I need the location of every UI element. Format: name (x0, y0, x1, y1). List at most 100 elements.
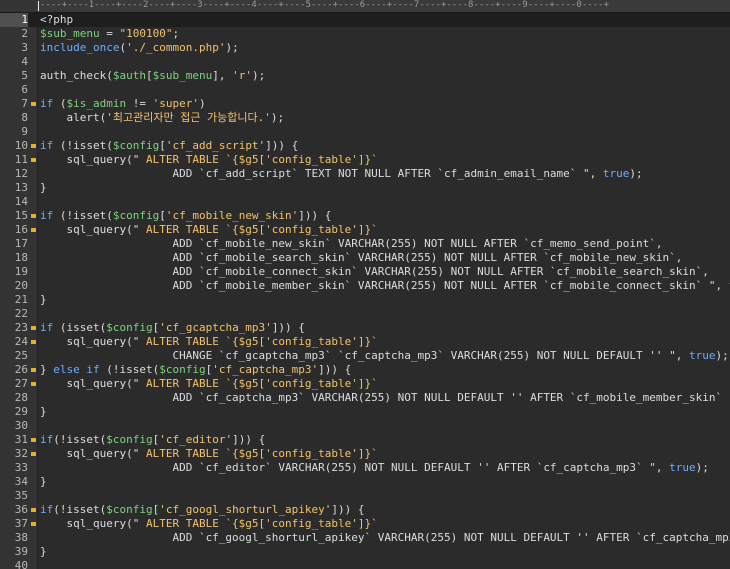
code-token: } (40, 405, 47, 418)
code-token: if (40, 321, 54, 334)
code-line[interactable]: 30 (0, 419, 730, 433)
fold-marker-icon[interactable] (31, 158, 36, 162)
code-line[interactable]: 40 (0, 559, 730, 569)
code-line[interactable]: 12 ADD `cf_add_script` TEXT NOT NULL AFT… (0, 167, 730, 181)
code-line[interactable]: 11 sql_query(" ALTER TABLE `{$g5['config… (0, 153, 730, 167)
code-token: ])) { (271, 321, 305, 334)
code-line[interactable]: 9 (0, 125, 730, 139)
code-line[interactable]: 39} (0, 545, 730, 559)
code-token: $config (106, 321, 153, 334)
code-token: include_once (40, 41, 120, 54)
code-line[interactable]: 19 ADD `cf_mobile_connect_skin` VARCHAR(… (0, 265, 730, 279)
code-token: ALTER TABLE `{$g5['config_table']}` (145, 223, 378, 236)
code-line[interactable]: 34} (0, 475, 730, 489)
code-line[interactable]: 14 (0, 195, 730, 209)
code-token: ADD `cf_mobile_new_skin` VARCHAR(255) NO… (40, 237, 663, 250)
code-line[interactable]: 5 auth_check($auth[$sub_menu], 'r'); (0, 69, 730, 83)
code-line[interactable]: 29} (0, 405, 730, 419)
code-line[interactable]: 21} (0, 293, 730, 307)
code-text: ADD `cf_mobile_member_skin` VARCHAR(255)… (40, 279, 730, 293)
code-token: 'cf_add_script' (165, 139, 266, 152)
code-line[interactable]: 25 CHANGE `cf_gcaptcha_mp3` `cf_captcha_… (0, 349, 730, 363)
fold-marker-icon[interactable] (31, 214, 36, 218)
code-token: ALTER TABLE `{$g5['config_table']}` (145, 447, 378, 460)
code-line[interactable]: 28 ADD `cf_captcha_mp3` VARCHAR(255) NOT… (0, 391, 730, 405)
code-token: [ (159, 209, 166, 222)
code-token: (isset( (53, 321, 107, 334)
code-token: sql_query(" (40, 335, 146, 348)
code-line[interactable]: 31 if(!isset($config['cf_editor'])) { (0, 433, 730, 447)
fold-marker-icon[interactable] (31, 144, 36, 148)
fold-marker-icon[interactable] (31, 340, 36, 344)
code-line[interactable]: 7 if ($is_admin != 'super') (0, 97, 730, 111)
line-number: 19 (14, 265, 28, 278)
code-line[interactable]: 26} else if (!isset($config['cf_captcha_… (0, 363, 730, 377)
code-text: sql_query(" ALTER TABLE `{$g5['config_ta… (40, 447, 378, 461)
fold-marker-icon[interactable] (31, 438, 36, 442)
code-line[interactable]: 16 sql_query(" ALTER TABLE `{$g5['config… (0, 223, 730, 237)
code-line[interactable]: 1 <?php (0, 13, 730, 27)
code-token: ALTER TABLE `{$g5['config_table']}` (145, 377, 378, 390)
line-number: 4 (21, 55, 28, 68)
code-text: if ($is_admin != 'super') (40, 97, 206, 111)
code-token: 'cf_editor' (159, 433, 233, 446)
code-line[interactable]: 8 alert('최고관리자만 접근 가능합니다.'); (0, 111, 730, 125)
code-line[interactable]: 20 ADD `cf_mobile_member_skin` VARCHAR(2… (0, 279, 730, 293)
code-line[interactable]: 32 sql_query(" ALTER TABLE `{$g5['config… (0, 447, 730, 461)
code-line[interactable]: 33 ADD `cf_editor` VARCHAR(255) NOT NULL… (0, 461, 730, 475)
code-text: ADD `cf_mobile_search_skin` VARCHAR(255)… (40, 251, 682, 265)
line-number: 12 (14, 167, 28, 180)
code-token: true (669, 461, 696, 474)
line-number: 33 (14, 461, 28, 474)
line-number: 11 (14, 153, 28, 166)
code-line[interactable]: 13} (0, 181, 730, 195)
code-line[interactable]: 10 if (!isset($config['cf_add_script'])) … (0, 139, 730, 153)
code-line[interactable]: 23 if (isset($config['cf_gcaptcha_mp3']))… (0, 321, 730, 335)
code-token: ); (270, 111, 285, 124)
code-text: } (40, 293, 47, 307)
code-token: ADD `cf_mobile_connect_skin` VARCHAR(255… (40, 265, 709, 278)
code-text: sql_query(" ALTER TABLE `{$g5['config_ta… (40, 153, 378, 167)
code-token: ALTER TABLE `{$g5['config_table']}` (145, 153, 378, 166)
code-token: ADD `cf_captcha_mp3` VARCHAR(255) NOT NU… (40, 391, 730, 404)
code-token: ], (212, 69, 233, 82)
fold-marker-icon[interactable] (31, 102, 36, 106)
code-line[interactable]: 35 (0, 489, 730, 503)
code-token: sql_query(" (40, 447, 146, 460)
code-token: [ (159, 139, 166, 152)
line-number: 13 (14, 181, 28, 194)
code-editor[interactable]: ----+----1----+----2----+----3----+----4… (0, 0, 730, 569)
ruler-gutter (0, 0, 37, 12)
code-line[interactable]: 37 sql_query(" ALTER TABLE `{$g5['config… (0, 517, 730, 531)
fold-marker-icon[interactable] (31, 326, 36, 330)
code-line[interactable]: 22 (0, 307, 730, 321)
code-line[interactable]: 2 $sub_menu = "100100"; (0, 27, 730, 41)
code-token: sql_query(" (40, 377, 146, 390)
code-token: else if (53, 363, 100, 376)
code-line[interactable]: 24 sql_query(" ALTER TABLE `{$g5['config… (0, 335, 730, 349)
code-line[interactable]: 18 ADD `cf_mobile_search_skin` VARCHAR(2… (0, 251, 730, 265)
code-token: $config (112, 209, 160, 222)
code-text: if(!isset($config['cf_googl_shorturl_api… (40, 503, 365, 517)
code-line[interactable]: 15 if (!isset($config['cf_mobile_new_skin… (0, 209, 730, 223)
fold-marker-icon[interactable] (31, 508, 36, 512)
code-line[interactable]: 6 (0, 83, 730, 97)
fold-marker-icon[interactable] (31, 368, 36, 372)
code-line[interactable]: 27 sql_query(" ALTER TABLE `{$g5['config… (0, 377, 730, 391)
code-line[interactable]: 17 ADD `cf_mobile_new_skin` VARCHAR(255)… (0, 237, 730, 251)
code-line[interactable]: 36 if(!isset($config['cf_googl_shorturl_a… (0, 503, 730, 517)
code-text: sql_query(" ALTER TABLE `{$g5['config_ta… (40, 223, 378, 237)
fold-marker-icon[interactable] (31, 228, 36, 232)
code-line[interactable]: 3 include_once('./_common.php'); (0, 41, 730, 55)
code-token: $config (106, 433, 153, 446)
line-number: 22 (14, 307, 28, 320)
code-token: (!isset( (53, 503, 107, 516)
fold-marker-icon[interactable] (31, 522, 36, 526)
code-token: 'r' (232, 69, 252, 82)
code-line[interactable]: 38 ADD `cf_googl_shorturl_apikey` VARCHA… (0, 531, 730, 545)
fold-marker-icon[interactable] (31, 452, 36, 456)
fold-marker-icon[interactable] (31, 382, 36, 386)
code-text: ADD `cf_captcha_mp3` VARCHAR(255) NOT NU… (40, 391, 730, 405)
code-line[interactable]: 4 (0, 55, 730, 69)
code-token: $auth (112, 69, 146, 82)
